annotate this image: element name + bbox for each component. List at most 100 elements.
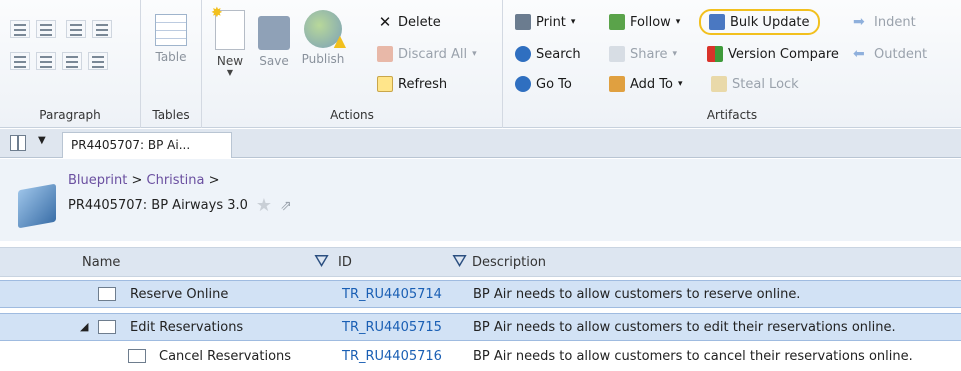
save-icon [258, 16, 290, 50]
align-center-icon[interactable] [36, 52, 56, 70]
table-row[interactable]: ◢ Edit Reservations TR_RU4405715 BP Air … [0, 313, 961, 341]
share-link-icon[interactable]: ⇗ [280, 198, 292, 214]
new-button[interactable]: ✸ New ▼ [210, 5, 250, 77]
column-name-header[interactable]: Name [82, 255, 120, 270]
breadcrumb-child[interactable]: Christina [147, 173, 205, 188]
lock-icon [711, 76, 727, 92]
justify-icon[interactable] [88, 52, 108, 70]
tab-bar: ▼ PR4405707: BP Ai... [0, 129, 961, 158]
page-title: PR4405707: BP Airways 3.0 [68, 198, 248, 213]
table-row[interactable]: Cancel Reservations TR_RU4405716 BP Air … [0, 343, 961, 371]
row-id-link[interactable]: TR_RU4405714 [342, 287, 442, 302]
print-button[interactable]: Print ▾ [515, 12, 575, 32]
row-description: BP Air needs to allow customers to cance… [473, 349, 913, 364]
row-description: BP Air needs to allow customers to edit … [473, 320, 896, 335]
textual-requirement-icon [98, 320, 116, 334]
print-label: Print [536, 14, 566, 30]
column-id-header[interactable]: ID [338, 255, 352, 270]
table-button[interactable]: Table [149, 10, 193, 64]
align-right-icon[interactable] [62, 52, 82, 70]
decrease-indent-icon[interactable] [66, 20, 86, 38]
add-to-icon [609, 76, 625, 92]
share-button[interactable]: Share ▾ [609, 44, 677, 64]
tab-title: PR4405707: BP Ai... [71, 138, 191, 152]
table-icon [155, 14, 187, 46]
align-left-icon[interactable] [10, 52, 30, 70]
outdent-button[interactable]: ⬅ Outdent [853, 44, 927, 64]
row-id-link[interactable]: TR_RU4405716 [342, 349, 442, 364]
add-to-button[interactable]: Add To ▾ [609, 74, 683, 94]
version-compare-button[interactable]: Version Compare [707, 44, 839, 64]
go-to-label: Go To [536, 76, 572, 92]
bulk-update-button[interactable]: Bulk Update [699, 9, 820, 35]
share-icon [609, 46, 625, 62]
discard-all-button[interactable]: Discard All ▾ [377, 44, 477, 64]
steal-lock-label: Steal Lock [732, 76, 799, 92]
refresh-button[interactable]: Refresh [377, 74, 447, 94]
increase-indent-icon[interactable] [92, 20, 112, 38]
outdent-arrow-icon: ⬅ [853, 46, 865, 62]
delete-button[interactable]: ✕ Delete [377, 12, 441, 32]
follow-button[interactable]: Follow ▾ [609, 12, 680, 32]
printer-icon [515, 14, 531, 30]
artifacts-group: Print ▾ Follow ▾ Bulk Update ➡ Indent Se… [503, 0, 961, 128]
breadcrumb-root[interactable]: Blueprint [68, 173, 127, 188]
textual-requirement-icon [128, 349, 146, 363]
row-name: Edit Reservations [130, 320, 244, 335]
row-id-link[interactable]: TR_RU4405715 [342, 320, 442, 335]
tables-group-label: Tables [152, 108, 190, 122]
refresh-button-label: Refresh [398, 76, 448, 92]
new-document-icon: ✸ [211, 5, 245, 50]
grid-view-icon[interactable] [10, 135, 26, 151]
tab-artifact[interactable]: PR4405707: BP Ai... [62, 132, 232, 158]
favorite-star-icon[interactable]: ★ [256, 195, 272, 216]
delete-button-label: Delete [398, 14, 441, 30]
search-button[interactable]: Search [515, 44, 581, 64]
publish-button[interactable]: ▲ Publish [296, 10, 350, 66]
actions-group-label: Actions [330, 108, 374, 122]
ribbon: Paragraph Table Tables ✸ New ▼ Save ▲ Pu… [0, 0, 961, 128]
actions-group: ✸ New ▼ Save ▲ Publish ✕ Delete Discard … [202, 0, 503, 128]
table-header: Name ⛛ ID ⛛ Description [0, 247, 961, 277]
row-description: BP Air needs to allow customers to reser… [473, 287, 801, 302]
column-description-header[interactable]: Description [472, 255, 546, 270]
refresh-icon [377, 76, 393, 92]
discard-icon [377, 46, 393, 62]
textual-requirement-icon [98, 287, 116, 301]
steal-lock-button[interactable]: Steal Lock [711, 74, 799, 94]
breadcrumb-separator: > [208, 173, 220, 188]
table-button-label: Table [155, 50, 187, 64]
chevron-down-icon: ▾ [678, 79, 683, 89]
chevron-down-icon: ▾ [570, 17, 576, 27]
bullet-list-icon[interactable] [10, 20, 30, 38]
row-name: Cancel Reservations [159, 349, 292, 364]
go-to-button[interactable]: Go To [515, 74, 572, 94]
go-to-icon [515, 76, 531, 92]
row-name: Reserve Online [130, 287, 229, 302]
tab-menu-chevron-icon[interactable]: ▼ [38, 135, 46, 146]
save-button[interactable]: Save [254, 10, 294, 68]
expand-triangle-icon[interactable]: ◢ [80, 320, 88, 333]
delete-x-icon: ✕ [378, 13, 392, 31]
new-button-label: New [216, 54, 244, 68]
breadcrumb: Blueprint > Christina > [68, 173, 220, 188]
publish-globe-icon: ▲ [304, 10, 346, 50]
filter-icon[interactable]: ⛛ [314, 251, 329, 272]
chevron-down-icon: ▾ [472, 49, 477, 59]
version-compare-label: Version Compare [728, 46, 839, 62]
indent-button[interactable]: ➡ Indent [853, 12, 916, 32]
version-compare-icon [707, 46, 723, 62]
table-row[interactable]: Reserve Online TR_RU4405714 BP Air needs… [0, 280, 961, 308]
outdent-label: Outdent [874, 46, 928, 62]
bulk-update-icon [709, 14, 725, 30]
artifacts-group-label: Artifacts [706, 108, 758, 122]
paragraph-group-label: Paragraph [39, 108, 101, 122]
artifact-title-row: PR4405707: BP Airways 3.0 ★ ⇗ [68, 195, 292, 216]
paragraph-group: Paragraph [0, 0, 141, 128]
filter-icon[interactable]: ⛛ [452, 251, 467, 272]
indent-arrow-icon: ➡ [853, 14, 865, 30]
numbered-list-icon[interactable] [36, 20, 56, 38]
chevron-down-icon: ▾ [672, 49, 678, 59]
artifact-header: Blueprint > Christina > PR4405707: BP Ai… [0, 159, 961, 241]
add-to-label: Add To [630, 76, 673, 92]
